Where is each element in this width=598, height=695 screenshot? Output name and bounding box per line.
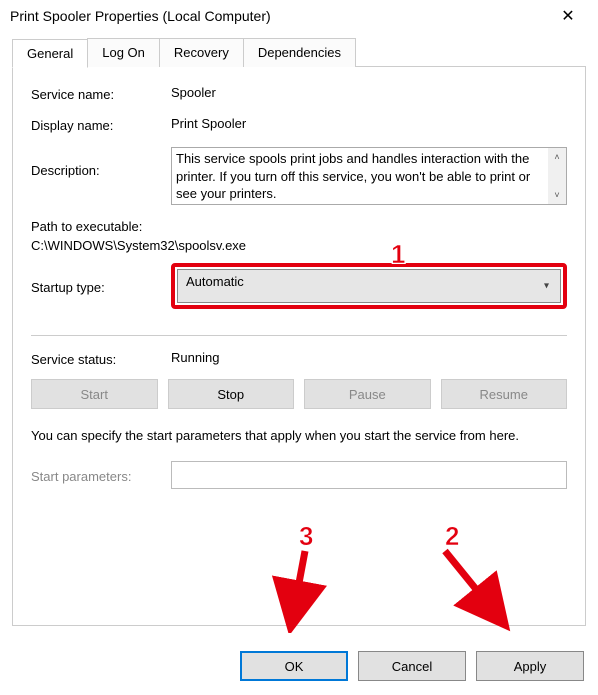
startup-type-select[interactable]: Automatic <box>177 269 561 303</box>
service-name-label: Service name: <box>31 85 171 102</box>
description-scrollbar[interactable]: ˄ ˅ <box>548 148 566 204</box>
service-status-label: Service status: <box>31 350 171 367</box>
separator <box>31 335 567 336</box>
path-label: Path to executable: <box>31 219 567 234</box>
close-icon[interactable]: ✕ <box>548 6 588 26</box>
tab-dependencies[interactable]: Dependencies <box>243 38 356 67</box>
annotation-2: 2 <box>445 521 459 552</box>
tab-logon[interactable]: Log On <box>87 38 160 67</box>
scroll-up-icon[interactable]: ˄ <box>554 151 559 163</box>
start-params-hint: You can specify the start parameters tha… <box>31 427 567 445</box>
resume-button: Resume <box>441 379 568 409</box>
display-name-value: Print Spooler <box>171 116 567 131</box>
tab-recovery[interactable]: Recovery <box>159 38 244 67</box>
path-value: C:\WINDOWS\System32\spoolsv.exe <box>31 238 567 253</box>
service-status-value: Running <box>171 350 567 365</box>
start-button: Start <box>31 379 158 409</box>
arrow-to-ok <box>253 543 333 633</box>
start-params-label: Start parameters: <box>31 467 171 484</box>
service-name-value: Spooler <box>171 85 567 100</box>
ok-button[interactable]: OK <box>240 651 348 681</box>
tab-strip: General Log On Recovery Dependencies <box>12 38 586 67</box>
scroll-down-icon[interactable]: ˅ <box>554 189 559 201</box>
tab-area: General Log On Recovery Dependencies Ser… <box>12 38 586 626</box>
cancel-button[interactable]: Cancel <box>358 651 466 681</box>
pause-button: Pause <box>304 379 431 409</box>
apply-button[interactable]: Apply <box>476 651 584 681</box>
start-params-input <box>171 461 567 489</box>
description-label: Description: <box>31 147 171 178</box>
display-name-label: Display name: <box>31 116 171 133</box>
stop-button[interactable]: Stop <box>168 379 295 409</box>
arrow-to-apply <box>425 543 515 633</box>
titlebar: Print Spooler Properties (Local Computer… <box>0 0 598 32</box>
startup-type-value: Automatic <box>186 274 244 289</box>
window-title: Print Spooler Properties (Local Computer… <box>10 8 271 24</box>
tab-general[interactable]: General <box>12 39 88 68</box>
annotation-3: 3 <box>299 521 313 552</box>
description-text: This service spools print jobs and handl… <box>176 151 530 201</box>
tab-content-general: Service name: Spooler Display name: Prin… <box>12 66 586 626</box>
startup-type-label: Startup type: <box>31 278 171 295</box>
startup-type-highlight: Automatic ▾ <box>171 263 567 309</box>
description-box[interactable]: This service spools print jobs and handl… <box>171 147 567 205</box>
dialog-button-row: OK Cancel Apply <box>240 651 584 681</box>
